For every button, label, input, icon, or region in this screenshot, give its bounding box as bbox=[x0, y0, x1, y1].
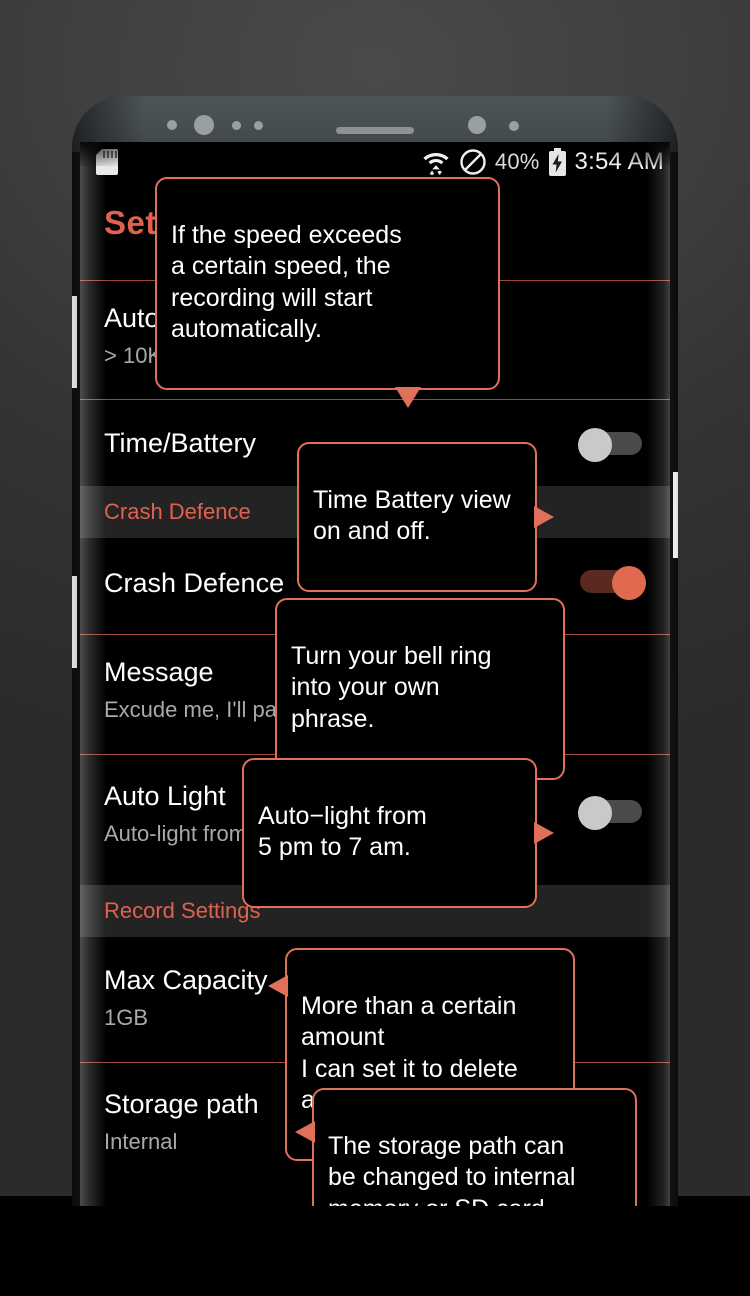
section-header-label: Crash Defence bbox=[104, 499, 251, 525]
callout-message: Turn your bell ring into your own phrase… bbox=[275, 598, 565, 798]
status-bar: 40% 3:54 AM bbox=[80, 142, 670, 182]
callout-text: If the speed exceeds a certain speed, th… bbox=[171, 220, 402, 344]
toggle-crash-defence[interactable] bbox=[578, 566, 646, 601]
callout-text: Time Battery view on and off. bbox=[313, 485, 511, 546]
callout-arrow-down-icon bbox=[395, 387, 421, 408]
toggle-thumb bbox=[578, 796, 612, 831]
phone-screen: 40% 3:54 AM Settings Auto Rec. Speed > 1… bbox=[80, 142, 670, 1206]
battery-percent-label: 40% bbox=[494, 149, 540, 174]
toggle-thumb bbox=[578, 428, 612, 463]
bixby-button[interactable] bbox=[72, 576, 77, 668]
callout-arrow-right-icon bbox=[534, 506, 554, 528]
section-header-label: Record Settings bbox=[104, 898, 261, 924]
do-not-disturb-icon bbox=[460, 149, 486, 175]
sd-card-icon bbox=[96, 149, 118, 175]
toggle-auto-light[interactable] bbox=[578, 796, 646, 831]
callout-auto-rec-speed: If the speed exceeds a certain speed, th… bbox=[155, 177, 500, 408]
callout-text: The storage path can be changed to inter… bbox=[328, 1131, 576, 1207]
status-bar-clock: 3:54 AM bbox=[574, 148, 664, 175]
callout-text: Auto−light from 5 pm to 7 am. bbox=[258, 801, 427, 862]
callout-arrow-left-icon bbox=[268, 975, 288, 997]
callout-arrow-left-icon bbox=[295, 1121, 315, 1143]
volume-up-button[interactable] bbox=[72, 296, 77, 388]
callout-storage-path: The storage path can be changed to inter… bbox=[295, 1088, 637, 1207]
callout-time-battery: Time Battery view on and off. bbox=[297, 442, 554, 592]
phone-device-frame: 40% 3:54 AM Settings Auto Rec. Speed > 1… bbox=[72, 96, 678, 1206]
status-bar-right-cluster: 40% 3:54 AM bbox=[421, 142, 664, 182]
battery-charging-icon bbox=[548, 148, 566, 176]
callout-text: Turn your bell ring into your own phrase… bbox=[291, 641, 492, 733]
toggle-thumb bbox=[612, 566, 646, 601]
backdrop-bottom-band bbox=[0, 1196, 750, 1296]
toggle-time-battery[interactable] bbox=[578, 428, 646, 463]
wifi-icon bbox=[423, 153, 449, 176]
power-button[interactable] bbox=[673, 472, 678, 558]
callout-auto-light: Auto−light from 5 pm to 7 am. bbox=[242, 758, 554, 908]
callout-arrow-right-icon bbox=[534, 822, 554, 844]
